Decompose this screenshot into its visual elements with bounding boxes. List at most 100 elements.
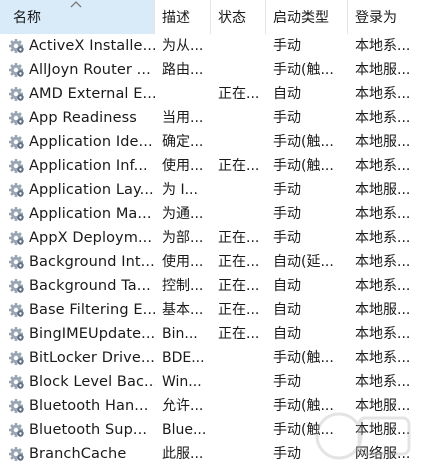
service-startup-type: 手动(触... [273, 62, 334, 78]
service-status: 正在... [218, 326, 260, 342]
service-startup-type: 手动(触... [273, 134, 334, 150]
service-description: 为 I... [162, 182, 198, 198]
service-name: BranchCache [29, 446, 127, 462]
service-row[interactable]: ActiveX Installe... 为从... 手动 本地系... [0, 34, 425, 58]
service-row[interactable]: BingIMEUpdate... Bin... 正在... 自动 本地系... [0, 322, 425, 346]
service-row[interactable]: Background Ta... 控制... 正在... 自动 本地系... [0, 274, 425, 298]
service-row[interactable]: Application Ide... 确定... 手动(触... 本地服... [0, 130, 425, 154]
service-startup-type: 自动 [273, 326, 301, 342]
column-header-logon-as-label: 登录为 [355, 10, 397, 26]
service-row[interactable]: Block Level Bac... Win... 手动 本地系... [0, 370, 425, 394]
service-gear-icon [9, 327, 24, 341]
service-logon-as: 本地系... [355, 254, 411, 270]
service-name: AllJoyn Router ... [29, 62, 151, 78]
service-row[interactable]: Application Lay... 为 I... 手动 本地服... [0, 178, 425, 202]
service-row[interactable]: Background Int... 使用... 正在... 自动(延... 本地… [0, 250, 425, 274]
service-startup-type: 手动(触... [273, 350, 334, 366]
service-row[interactable]: Base Filtering E... 基本... 正在... 自动 本地服..… [0, 298, 425, 322]
service-name: App Readiness [29, 110, 137, 126]
service-gear-icon [9, 231, 24, 245]
column-header-description[interactable]: 描述 [155, 0, 211, 34]
service-startup-type: 手动 [273, 110, 301, 126]
service-gear-icon [9, 399, 24, 413]
service-description: 使用... [162, 254, 204, 270]
service-logon-as: 本地系... [355, 86, 411, 102]
service-startup-type: 自动 [273, 302, 301, 318]
watermark-logo [315, 412, 411, 460]
service-logon-as: 本地系... [355, 230, 411, 246]
service-gear-icon [9, 375, 24, 389]
column-header-logon-as[interactable]: 登录为 [348, 0, 425, 34]
service-name-cell: Application Ma... [0, 202, 155, 226]
service-name: Bluetooth Sup... [29, 422, 148, 438]
column-header-status[interactable]: 状态 [211, 0, 266, 34]
service-name-cell: AMD External E... [0, 82, 155, 106]
service-description: 使用... [162, 158, 204, 174]
service-name: Application Inf... [29, 158, 148, 174]
service-logon-as: 本地系... [355, 206, 411, 222]
service-name: Block Level Bac... [29, 374, 155, 390]
service-name: BingIMEUpdate... [29, 326, 155, 342]
column-header-startup-type-label: 启动类型 [273, 10, 329, 26]
service-row[interactable]: Application Ma... 为通... 手动 本地系... [0, 202, 425, 226]
service-description: 确定... [162, 134, 204, 150]
service-startup-type: 自动(延... [273, 254, 334, 270]
service-logon-as: 本地服... [355, 134, 411, 150]
service-startup-type: 手动 [273, 38, 301, 54]
service-status: 正在... [218, 230, 260, 246]
service-row[interactable]: Application Inf... 使用... 正在... 手动(触... 本… [0, 154, 425, 178]
service-name-cell: BitLocker Drive... [0, 346, 155, 370]
service-name: Background Ta... [29, 278, 151, 294]
service-name-cell: Background Ta... [0, 274, 155, 298]
service-row[interactable]: AMD External E... 正在... 自动 本地系... [0, 82, 425, 106]
service-startup-type: 手动 [273, 374, 301, 390]
service-row[interactable]: App Readiness 当用... 手动 本地系... [0, 106, 425, 130]
service-logon-as: 本地系... [355, 158, 411, 174]
service-name-cell: Bluetooth Sup... [0, 418, 155, 442]
service-description: Blue... [162, 422, 207, 438]
service-description: BDE... [162, 350, 205, 366]
service-description: 控制... [162, 278, 204, 294]
column-header-startup-type[interactable]: 启动类型 [266, 0, 348, 34]
service-name-cell: BranchCache [0, 442, 155, 466]
column-header-name-label: 名称 [13, 10, 41, 26]
service-name: Bluetooth Han... [29, 398, 149, 414]
service-name: Application Ide... [29, 134, 153, 150]
service-name-cell: Application Inf... [0, 154, 155, 178]
service-name: Background Int... [29, 254, 155, 270]
service-status: 正在... [218, 302, 260, 318]
service-name: AMD External E... [29, 86, 155, 102]
column-header-status-label: 状态 [218, 10, 246, 26]
service-gear-icon [9, 87, 24, 101]
services-list: 名称 描述 状态 启动类型 登录为 ActiveX Installe... 为从… [0, 0, 425, 468]
service-name-cell: BingIMEUpdate... [0, 322, 155, 346]
column-header-description-label: 描述 [162, 10, 190, 26]
service-name: Base Filtering E... [29, 302, 155, 318]
service-status: 正在... [218, 254, 260, 270]
service-logon-as: 本地系... [355, 110, 411, 126]
service-logon-as: 本地系... [355, 38, 411, 54]
service-gear-icon [9, 159, 24, 173]
service-gear-icon [9, 135, 24, 149]
service-status: 正在... [218, 278, 260, 294]
service-logon-as: 本地服... [355, 62, 411, 78]
sort-ascending-icon [70, 1, 82, 8]
service-row[interactable]: AllJoyn Router ... 路由... 手动(触... 本地服... [0, 58, 425, 82]
service-gear-icon [9, 279, 24, 293]
service-description: 基本... [162, 302, 204, 318]
service-logon-as: 本地服... [355, 182, 411, 198]
service-name-cell: Application Ide... [0, 130, 155, 154]
service-name-cell: Block Level Bac... [0, 370, 155, 394]
service-description: 当用... [162, 110, 204, 126]
service-gear-icon [9, 207, 24, 221]
service-gear-icon [9, 303, 24, 317]
service-name-cell: App Readiness [0, 106, 155, 130]
service-name-cell: ActiveX Installe... [0, 34, 155, 58]
column-header-name[interactable]: 名称 [0, 0, 155, 34]
service-name: ActiveX Installe... [29, 38, 155, 54]
service-row[interactable]: BitLocker Drive... BDE... 手动(触... 本地系... [0, 346, 425, 370]
service-description: Win... [162, 374, 202, 390]
service-row[interactable]: AppX Deploym... 为部... 正在... 手动 本地系... [0, 226, 425, 250]
service-name: Application Lay... [29, 182, 154, 198]
service-name: AppX Deploym... [29, 230, 153, 246]
